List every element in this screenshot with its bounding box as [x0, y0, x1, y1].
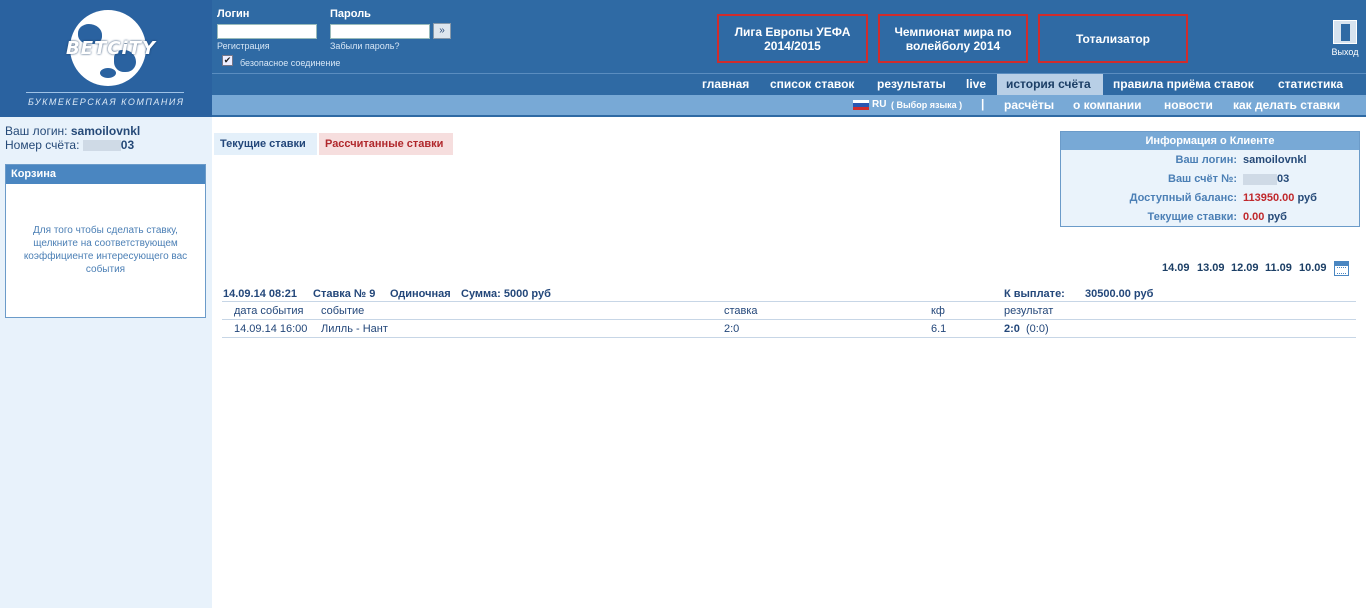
client-balance-value: 113950.00 — [1243, 192, 1295, 204]
nav-settlements[interactable]: расчёты — [1004, 98, 1054, 112]
sidebar: Ваш логин: samoilovnkl Номер счёта: 03 К… — [0, 117, 212, 608]
promo-totalizator[interactable]: Тотализатор — [1038, 14, 1188, 63]
calendar-icon[interactable] — [1334, 261, 1349, 276]
logo-divider — [26, 92, 184, 93]
login-submit-button[interactable]: » — [433, 23, 451, 39]
sub-nav: RU ( Выбор языка ) | расчёты о компании … — [212, 95, 1366, 115]
header: BETCiTY БУКМЕКЕРСКАЯ КОМПАНИЯ Логин Паро… — [0, 0, 1366, 117]
tab-calculated-bets[interactable]: Рассчитанные ставки — [319, 133, 453, 155]
client-info-panel: Информация о Клиенте Ваш логин: samoilov… — [1060, 131, 1360, 227]
promo-europa-league[interactable]: Лига Европы УЕФА 2014/2015 — [717, 14, 868, 63]
client-account-suffix: 03 — [1277, 173, 1290, 185]
bet-type: Одиночная — [390, 288, 451, 300]
client-login-row: Ваш логин: samoilovnkl — [1061, 154, 1359, 172]
secure-connection-label: безопасное соединение — [240, 58, 341, 68]
logo-tagline: БУКМЕКЕРСКАЯ КОМПАНИЯ — [28, 97, 185, 107]
col-header-coef: кф — [931, 305, 945, 317]
nav-statistics[interactable]: статистика — [1278, 77, 1343, 91]
promo-volleyball-wc[interactable]: Чемпионат мира по волейболу 2014 — [878, 14, 1028, 63]
divider — [222, 301, 1356, 302]
date-link[interactable]: 11.09 — [1265, 262, 1292, 274]
nav-about[interactable]: о компании — [1073, 98, 1141, 112]
cell-stake: 2:0 — [724, 323, 740, 335]
date-link[interactable]: 10.09 — [1299, 262, 1327, 274]
redacted-account-digits — [82, 140, 121, 152]
client-balance-currency: руб — [1297, 192, 1317, 204]
nav-how-to-bet[interactable]: как делать ставки — [1233, 98, 1340, 112]
cell-event: Лилль - Нант — [321, 323, 388, 335]
sidebar-account-info: Ваш логин: samoilovnkl Номер счёта: 03 — [5, 124, 140, 152]
sidebar-login-value: samoilovnkl — [70, 124, 141, 138]
nav-news[interactable]: новости — [1164, 98, 1213, 112]
nav-live[interactable]: live — [966, 77, 986, 91]
client-account-value: 03 — [1243, 173, 1289, 185]
cell-coef: 6.1 — [931, 323, 947, 335]
login-label: Логин — [217, 8, 250, 20]
nav-bet-list[interactable]: список ставок — [770, 77, 854, 91]
client-login-value: samoilovnkl — [1243, 154, 1307, 166]
bet-payout-label: К выплате: — [1004, 288, 1065, 300]
client-balance-value-wrap: 113950.00 руб — [1243, 192, 1317, 204]
client-login-label: Ваш логин: — [1175, 154, 1238, 166]
divider — [222, 319, 1356, 320]
nav-results[interactable]: результаты — [877, 77, 946, 91]
secure-connection-checkbox[interactable]: ✔ — [222, 55, 233, 66]
exit-label: Выход — [1331, 47, 1359, 57]
client-account-row: Ваш счёт №: 03 — [1061, 173, 1359, 191]
logo-brand: BETCiTY — [66, 38, 156, 59]
client-balance-label: Доступный баланс: — [1129, 192, 1237, 204]
door-exit-icon — [1333, 20, 1357, 44]
cell-result: 2:0 — [1004, 323, 1020, 335]
tab-current-bets[interactable]: Текущие ставки — [214, 133, 317, 155]
client-account-label: Ваш счёт №: — [1168, 173, 1237, 185]
bet-header: 14.09.14 08:21 Ставка № 9 Одиночная Сумм… — [222, 288, 1356, 302]
bet-cart: Корзина Для того чтобы сделать ставку, щ… — [5, 164, 206, 318]
exit-button[interactable]: Выход — [1328, 20, 1362, 57]
main-nav: главная список ставок результаты live ис… — [212, 73, 1366, 95]
password-input[interactable] — [330, 24, 430, 39]
bet-number: Ставка № 9 — [313, 288, 376, 300]
client-current-bets-row: Текущие ставки: 0.00 руб — [1061, 211, 1359, 229]
nav-home[interactable]: главная — [702, 77, 749, 91]
date-link[interactable]: 13.09 — [1197, 262, 1225, 274]
sidebar-account-suffix: 03 — [120, 138, 135, 152]
cart-title: Корзина — [6, 165, 205, 184]
register-link[interactable]: Регистрация — [217, 41, 270, 51]
date-link[interactable]: 12.09 — [1231, 262, 1259, 274]
col-header-event-date: дата события — [234, 305, 304, 317]
language-select-link[interactable]: ( Выбор языка ) — [891, 100, 962, 110]
nav-account-history[interactable]: история счёта — [1006, 77, 1091, 91]
sidebar-account-label: Номер счёта: — [5, 138, 80, 152]
col-header-stake: ставка — [724, 305, 758, 317]
col-header-event: событие — [321, 305, 365, 317]
client-balance-row: Доступный баланс: 113950.00 руб — [1061, 192, 1359, 210]
date-link-active[interactable]: 14.09 — [1162, 262, 1190, 274]
password-label: Пароль — [330, 8, 371, 20]
col-header-result: результат — [1004, 305, 1054, 317]
bet-datetime: 14.09.14 08:21 — [223, 288, 298, 300]
bet-amount: Сумма: 5000 руб — [461, 288, 551, 300]
client-current-bets-value-wrap: 0.00 руб — [1243, 211, 1287, 223]
client-info-title: Информация о Клиенте — [1061, 132, 1359, 150]
cart-instructions: Для того чтобы сделать ставку, щелкните … — [23, 225, 188, 275]
cell-result-detail: (0:0) — [1026, 323, 1049, 335]
russia-flag-icon — [853, 100, 869, 110]
language-code[interactable]: RU — [872, 99, 886, 110]
forgot-password-link[interactable]: Забыли пароль? — [330, 41, 399, 51]
nav-rules[interactable]: правила приёма ставок — [1113, 77, 1254, 91]
login-input[interactable] — [217, 24, 317, 39]
bet-payout-value: 30500.00 руб — [1085, 288, 1154, 300]
divider — [222, 337, 1356, 338]
sub-nav-separator: | — [981, 97, 985, 111]
cell-event-date: 14.09.14 16:00 — [234, 323, 308, 335]
sidebar-login-label: Ваш логин: — [5, 124, 68, 138]
client-current-bets-value: 0.00 — [1243, 211, 1265, 223]
client-current-bets-label: Текущие ставки: — [1147, 211, 1237, 223]
redacted-account-digits — [1243, 173, 1277, 185]
logo[interactable]: BETCiTY БУКМЕКЕРСКАЯ КОМПАНИЯ — [0, 0, 212, 117]
client-current-bets-currency: руб — [1267, 211, 1287, 223]
